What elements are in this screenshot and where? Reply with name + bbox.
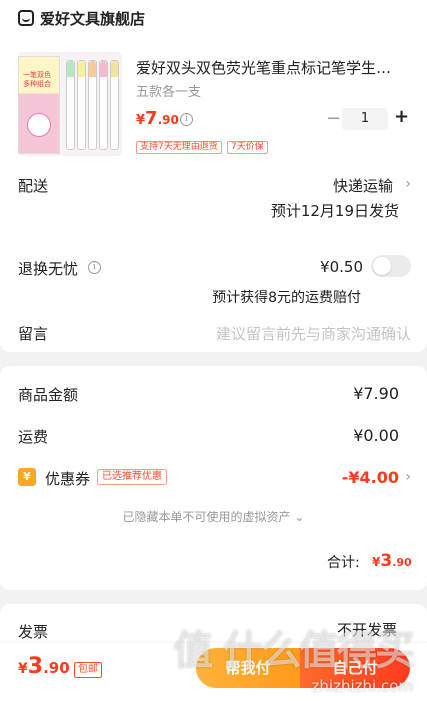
delivery-method[interactable]: 快递运输 [333, 175, 393, 196]
free-shipping-badge: 包邮 [74, 662, 102, 678]
shipping-amount: ¥0.00 [353, 426, 399, 445]
price-protection-tag: 7天价保 [227, 141, 268, 154]
hidden-assets-text: 已隐藏本单不可使用的虚拟资产 [122, 510, 291, 524]
package-graphic: 一笔双色 多种组合 [18, 56, 60, 154]
chevron-right-icon[interactable]: › [405, 469, 411, 485]
product-price: ¥7.90 [136, 108, 179, 129]
return-insurance-note: 预计获得8元的运费赔付 [212, 290, 361, 306]
total-decimal: .90 [392, 556, 412, 569]
chevron-down-icon: ⌄ [294, 510, 305, 524]
info-icon[interactable]: i [180, 113, 193, 126]
store-icon [18, 10, 34, 26]
coupon-badge: 已选推荐优惠 [97, 469, 167, 485]
pen-graphic [110, 60, 119, 150]
product-title[interactable]: 爱好双头双色荧光笔重点标记笔学生… [136, 57, 406, 78]
pay-currency: ¥ [18, 661, 28, 677]
chevron-right-icon[interactable]: › [405, 176, 411, 192]
price-decimal: .90 [157, 113, 179, 127]
total-label: 合计: [327, 555, 360, 571]
info-icon[interactable]: i [88, 261, 101, 274]
delivery-label: 配送 [18, 177, 49, 195]
invoice-label: 发票 [18, 623, 49, 641]
return-policy-tag: 支持7天无理由退货 [136, 141, 222, 154]
pay-total: ¥3.90 [18, 654, 70, 679]
price-integer: 7 [145, 108, 158, 129]
message-input[interactable]: 建议留言前先与商家沟通确认 [216, 323, 411, 344]
quantity-field[interactable]: 1 [342, 108, 388, 130]
coupon-label[interactable]: 优惠券 [45, 468, 90, 489]
pen-graphic [77, 60, 86, 150]
return-insurance-price: ¥0.50 [320, 258, 363, 276]
package-badge [27, 113, 51, 137]
hidden-assets-toggle[interactable]: 已隐藏本单不可使用的虚拟资产 ⌄ [0, 508, 427, 525]
store-name[interactable]: 爱好文具旗舰店 [40, 8, 145, 29]
coupon-discount[interactable]: -¥4.00 [342, 468, 399, 487]
pay-decimal: .90 [43, 659, 70, 677]
goods-amount: ¥7.90 [353, 384, 399, 403]
goods-amount-label: 商品金额 [18, 386, 79, 404]
coupon-icon: ¥ [18, 468, 36, 486]
product-image[interactable]: 一笔双色 多种组合 [18, 52, 122, 156]
return-insurance-label: 退换无忧 [18, 260, 79, 278]
order-card: 爱好文具旗舰店 一笔双色 多种组合 爱好双头双色荧光笔重点标记笔学生… 五款各一… [0, 0, 427, 352]
product-variant[interactable]: 五款各一支 [136, 81, 201, 100]
price-currency: ¥ [136, 113, 146, 128]
pen-graphic [88, 60, 97, 150]
message-label: 留言 [18, 325, 49, 343]
decrease-quantity-button[interactable]: − [326, 108, 341, 129]
total-integer: 3 [380, 551, 393, 571]
delivery-eta: 预计12月19日发货 [270, 202, 399, 220]
total-price: ¥3.90 [372, 551, 412, 571]
increase-quantity-button[interactable]: + [394, 106, 409, 127]
shipping-label: 运费 [18, 428, 49, 446]
pen-graphic [99, 60, 108, 150]
return-insurance-toggle[interactable] [371, 255, 411, 277]
pen-graphic [66, 60, 75, 150]
watermark-logo: 值 什么值得买 [173, 628, 415, 674]
package-text: 一笔双色 多种组合 [23, 71, 51, 88]
pay-integer: 3 [27, 654, 44, 679]
watermark-text: zhizhizhi.com [311, 677, 413, 695]
